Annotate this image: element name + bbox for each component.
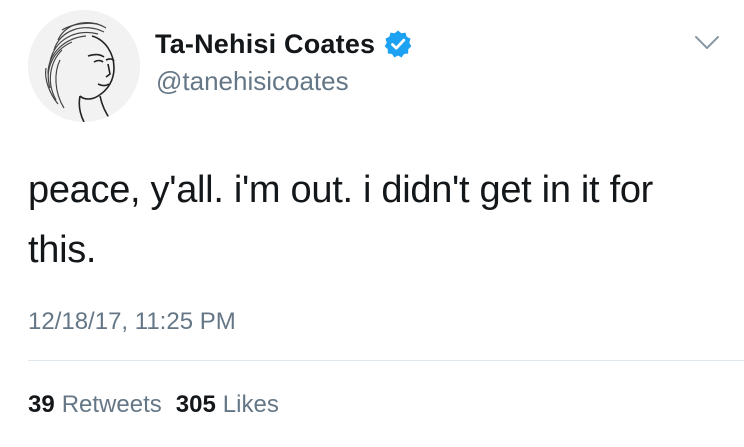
avatar[interactable] (28, 10, 140, 122)
likes-stat[interactable]: 305 Likes (176, 391, 279, 419)
retweets-stat[interactable]: 39 Retweets (28, 391, 162, 419)
tweet-stats: 39 Retweets 305 Likes (28, 391, 293, 419)
verified-badge-icon (383, 29, 413, 59)
chevron-down-icon[interactable] (692, 32, 722, 54)
likes-count: 305 (175, 391, 216, 418)
tweet-card: Ta-Nehisi Coates @tanehisicoates peace, … (0, 0, 744, 447)
author-handle[interactable]: @tanehisicoates (156, 66, 349, 97)
tweet-text: peace, y'all. i'm out. i didn't get in i… (28, 169, 654, 271)
author-display-name[interactable]: Ta-Nehisi Coates (155, 29, 375, 60)
retweets-count: 39 (28, 391, 55, 418)
portrait-sketch-icon (28, 10, 140, 122)
divider (28, 360, 744, 361)
author-name-row: Ta-Nehisi Coates (155, 26, 413, 62)
likes-label: Likes (222, 391, 279, 418)
tweet-timestamp[interactable]: 12/18/17, 11:25 PM (28, 308, 236, 336)
retweets-label: Retweets (61, 391, 162, 418)
